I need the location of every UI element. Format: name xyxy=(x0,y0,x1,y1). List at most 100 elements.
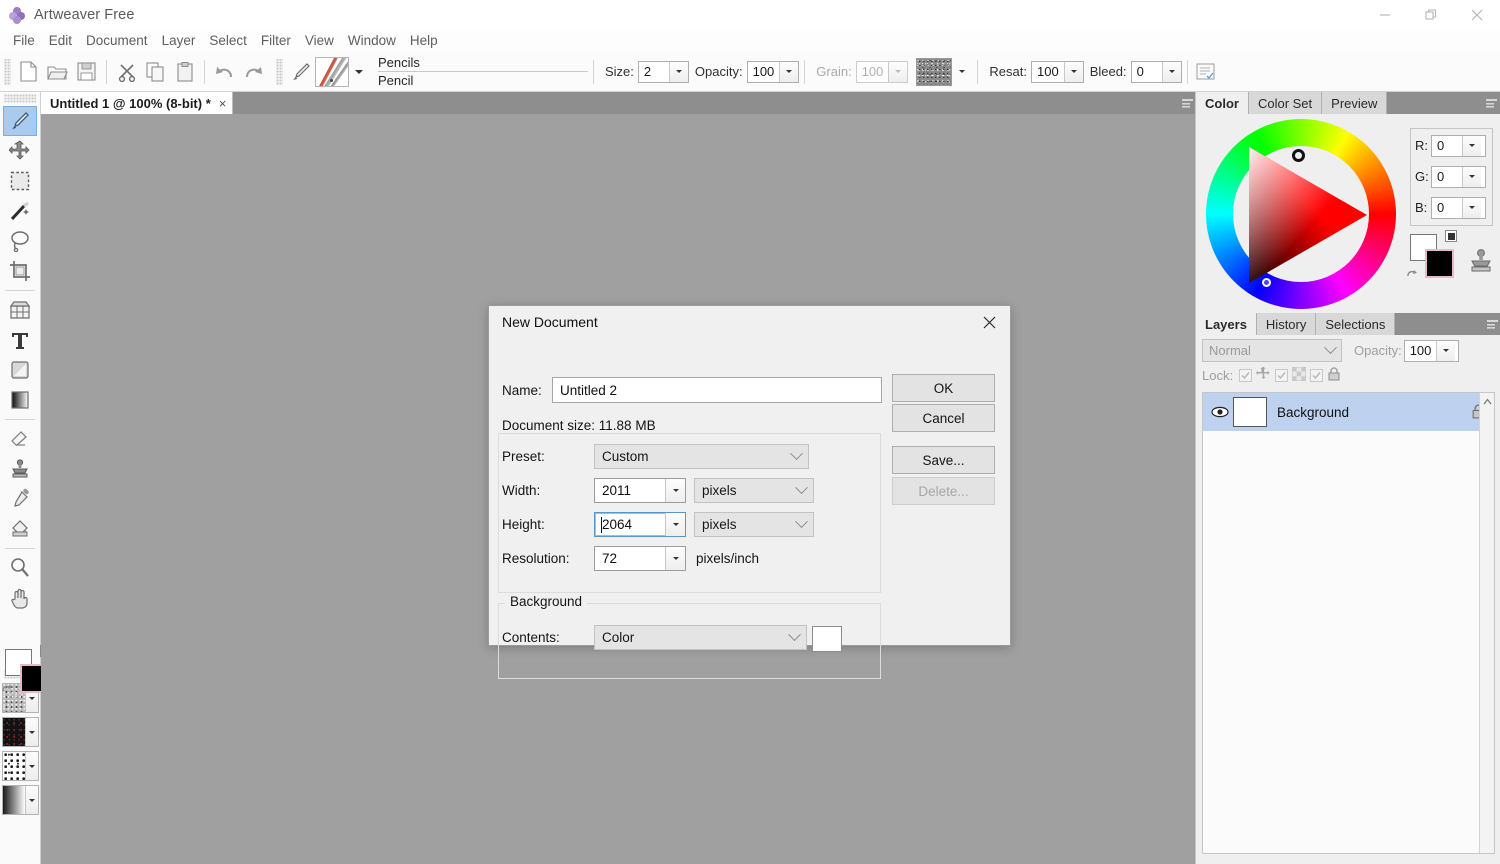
layer-thumbnail[interactable] xyxy=(1233,397,1267,427)
name-input[interactable]: Untitled 2 xyxy=(552,377,882,403)
width-unit-select[interactable]: pixels xyxy=(694,478,814,503)
size-dropdown-arrow[interactable] xyxy=(668,61,688,82)
width-input[interactable]: 2011 xyxy=(594,478,686,503)
tab-preview[interactable]: Preview xyxy=(1322,92,1388,114)
opacity-dropdown-arrow[interactable] xyxy=(779,61,799,82)
foreground-color-chip[interactable] xyxy=(1425,249,1454,278)
height-input[interactable]: 2064 xyxy=(594,512,686,537)
move-arrows-icon[interactable] xyxy=(3,136,37,166)
lock-position-checkbox[interactable] xyxy=(1310,368,1324,382)
paintbrush-tool[interactable] xyxy=(3,106,37,136)
folder-icon[interactable] xyxy=(43,57,72,87)
cancel-button[interactable]: Cancel xyxy=(892,404,995,432)
green-input[interactable]: 0 xyxy=(1431,165,1486,188)
blue-dropdown-arrow[interactable] xyxy=(1462,197,1481,218)
layer-opacity-dropdown-arrow[interactable] xyxy=(1436,340,1456,361)
lock-transparency-checkbox[interactable] xyxy=(1239,368,1253,382)
ok-button[interactable]: OK xyxy=(892,374,995,402)
layer-list[interactable]: Background xyxy=(1202,392,1495,854)
hsv-color-wheel[interactable] xyxy=(1206,119,1396,309)
red-input[interactable]: 0 xyxy=(1431,134,1486,157)
red-dropdown-arrow[interactable] xyxy=(1462,135,1481,156)
height-unit-select[interactable]: pixels xyxy=(694,512,814,537)
preset-select[interactable]: Custom xyxy=(594,444,809,469)
eye-icon[interactable] xyxy=(1207,406,1233,418)
layer-list-scrollbar[interactable] xyxy=(1479,393,1494,853)
size-input[interactable]: 2 xyxy=(637,60,689,83)
menu-view[interactable]: View xyxy=(298,31,341,51)
resat-dropdown-arrow[interactable] xyxy=(1063,61,1083,82)
brush-options-icon[interactable] xyxy=(1193,57,1219,87)
clipboard-icon[interactable] xyxy=(170,57,199,87)
menu-document[interactable]: Document xyxy=(79,31,155,51)
resat-input[interactable]: 100 xyxy=(1030,60,1084,83)
tab-color[interactable]: Color xyxy=(1196,92,1249,114)
swap-colors-icon[interactable] xyxy=(1406,267,1419,280)
text-t-icon[interactable] xyxy=(3,325,37,355)
gradient-square-icon[interactable] xyxy=(3,385,37,415)
tab-color-set[interactable]: Color Set xyxy=(1248,92,1323,114)
hue-marker[interactable] xyxy=(1292,149,1305,162)
table-row[interactable]: Background xyxy=(1203,393,1494,431)
lock-pixels-checkbox[interactable] xyxy=(1275,368,1289,382)
rounded-square-icon[interactable] xyxy=(3,355,37,385)
chevron-up-icon[interactable] xyxy=(1480,393,1494,409)
menu-edit[interactable]: Edit xyxy=(42,31,79,51)
width-dropdown-arrow[interactable] xyxy=(665,479,685,502)
grid-perspective-icon[interactable] xyxy=(3,295,37,325)
layer-opacity-input[interactable]: 100 xyxy=(1403,339,1459,362)
resolution-dropdown-arrow[interactable] xyxy=(665,547,685,570)
menu-file[interactable]: File xyxy=(6,31,42,51)
redo-arrow-icon[interactable] xyxy=(239,57,268,87)
toolbar-grip[interactable] xyxy=(4,58,11,85)
restore-icon[interactable] xyxy=(1408,0,1454,30)
close-icon[interactable] xyxy=(968,306,1010,338)
panel-menu-icon[interactable] xyxy=(1482,92,1500,114)
stamp-icon[interactable] xyxy=(3,454,37,484)
toolbar-grip-2[interactable] xyxy=(276,58,283,85)
panel-menu-icon[interactable] xyxy=(1483,313,1500,335)
menu-filter[interactable]: Filter xyxy=(254,31,298,51)
color-chips[interactable] xyxy=(1407,230,1457,278)
copy-icon[interactable] xyxy=(141,57,170,87)
magnifier-icon[interactable] xyxy=(3,553,37,583)
noise-texture-swatch[interactable] xyxy=(916,57,953,86)
green-dropdown-arrow[interactable] xyxy=(1462,166,1481,187)
default-colors-icon[interactable] xyxy=(1445,230,1457,242)
lasso-icon[interactable] xyxy=(3,226,37,256)
clone-stamp-icon[interactable] xyxy=(1468,248,1494,276)
gradient-selector[interactable] xyxy=(1,785,39,815)
brush-preset-preview[interactable] xyxy=(315,56,349,87)
scissors-icon[interactable] xyxy=(112,57,141,87)
swap-colors-icon[interactable] xyxy=(1,682,14,695)
opacity-input[interactable]: 100 xyxy=(746,60,800,83)
menu-layer[interactable]: Layer xyxy=(155,31,203,51)
save-preset-button[interactable]: Save... xyxy=(892,446,995,474)
menu-window[interactable]: Window xyxy=(341,31,403,51)
magic-wand-icon[interactable] xyxy=(3,196,37,226)
paint-bucket-icon[interactable] xyxy=(3,514,37,544)
floppy-icon[interactable] xyxy=(72,57,101,87)
sv-marker[interactable] xyxy=(1262,278,1271,287)
menu-select[interactable]: Select xyxy=(202,31,254,51)
tab-history[interactable]: History xyxy=(1256,313,1317,335)
tab-selections[interactable]: Selections xyxy=(1316,313,1396,335)
eyedropper-icon[interactable] xyxy=(3,484,37,514)
document-tab[interactable]: Untitled 1 @ 100% (8-bit) * × xyxy=(41,92,234,114)
blend-mode-select[interactable]: Normal xyxy=(1202,339,1342,362)
minimize-icon[interactable] xyxy=(1362,0,1408,30)
grain-swatch-dropdown[interactable] xyxy=(952,57,972,87)
eraser-icon[interactable] xyxy=(3,424,37,454)
nozzle-dropdown[interactable] xyxy=(24,752,38,780)
pattern-selector[interactable] xyxy=(1,717,39,747)
contents-select[interactable]: Color xyxy=(594,625,807,650)
tab-layers[interactable]: Layers xyxy=(1196,313,1257,335)
undo-arrow-icon[interactable] xyxy=(210,57,239,87)
background-color-swatch[interactable] xyxy=(812,626,842,652)
dashed-square-icon[interactable] xyxy=(3,166,37,196)
crop-icon[interactable] xyxy=(3,256,37,286)
height-dropdown-arrow[interactable] xyxy=(665,513,685,536)
close-icon[interactable]: × xyxy=(219,96,227,111)
bleed-dropdown-arrow[interactable] xyxy=(1161,61,1181,82)
menu-help[interactable]: Help xyxy=(403,31,445,51)
